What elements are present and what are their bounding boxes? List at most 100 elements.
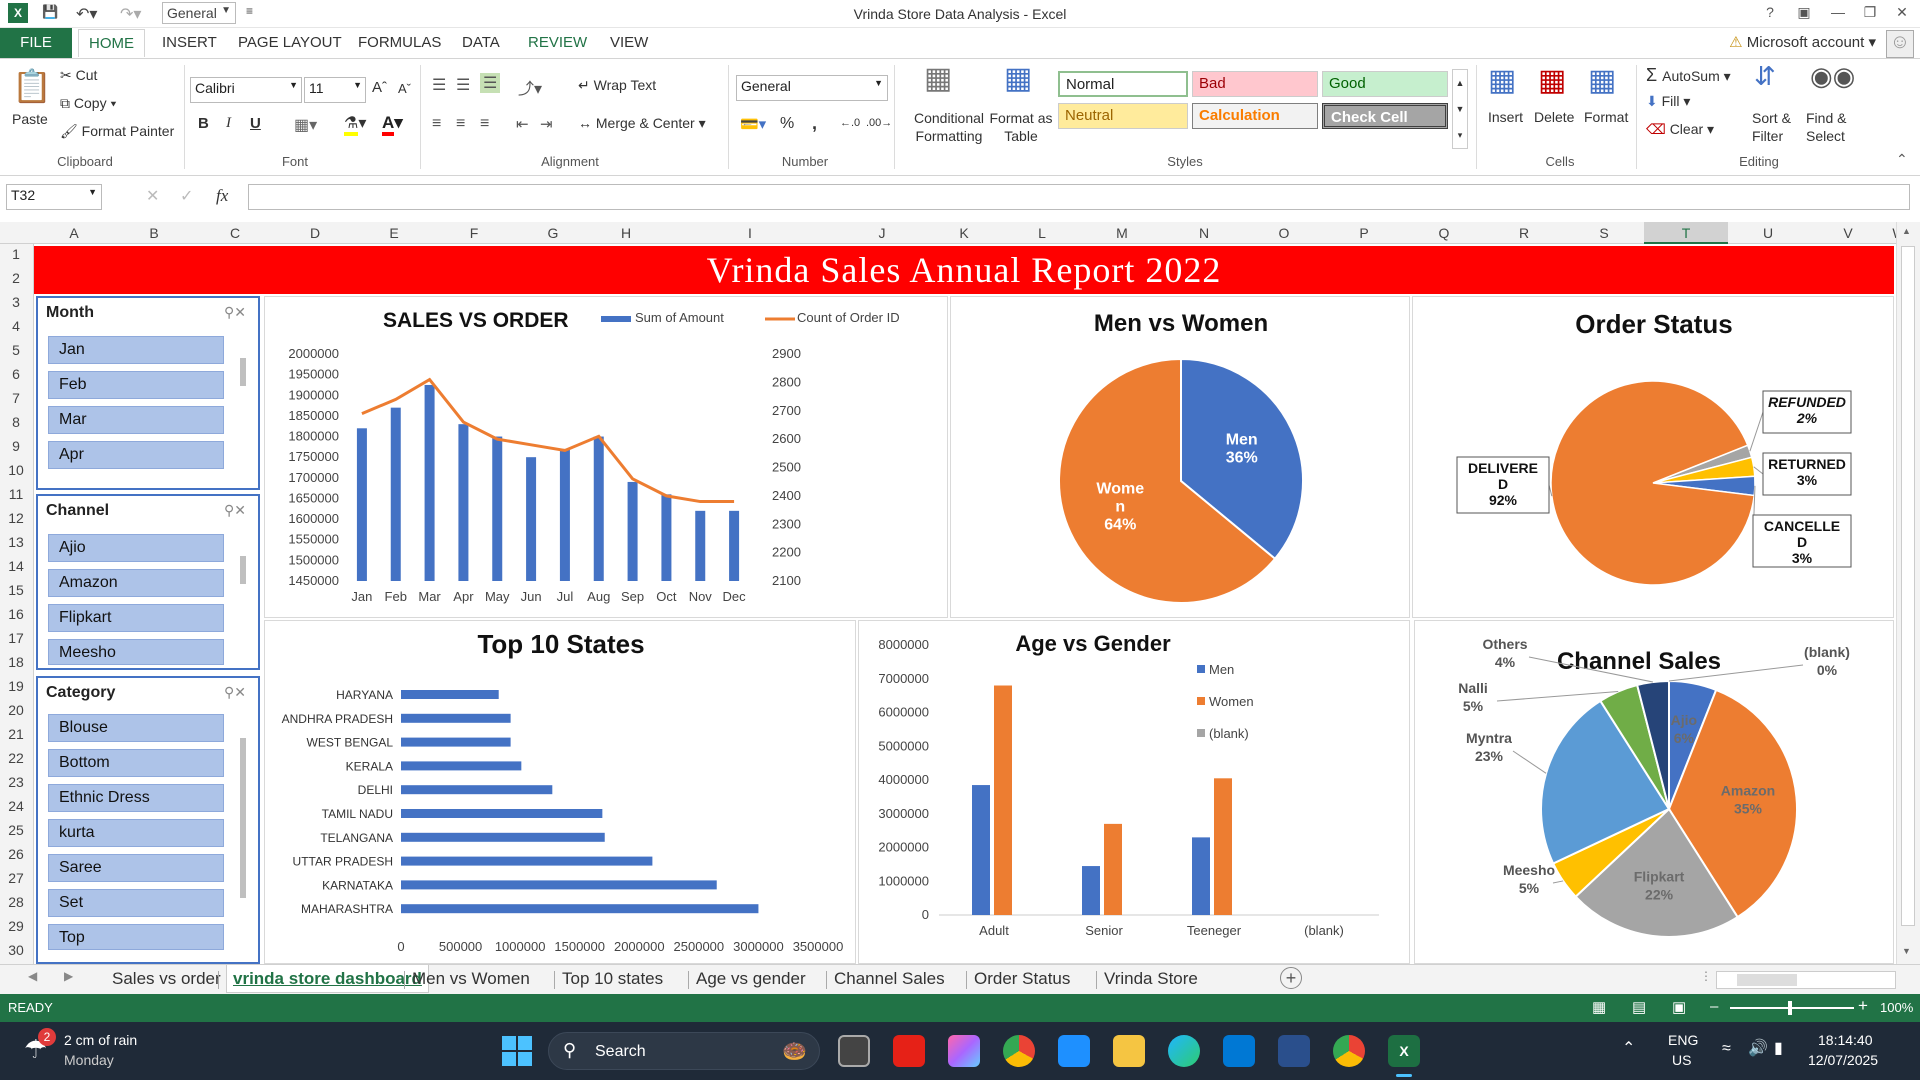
scroll-down-icon[interactable]: ▼	[1902, 946, 1911, 956]
wrap-text-button[interactable]: ↵ Wrap Text	[578, 77, 656, 94]
sheet-tab-order-status[interactable]: Order Status	[974, 969, 1070, 989]
slicer-scrollbar[interactable]	[240, 556, 246, 584]
orientation-icon[interactable]: ⤴▾	[518, 75, 542, 99]
copy-button[interactable]: ⧉ Copy ▾	[60, 95, 116, 112]
file-explorer-icon[interactable]	[1113, 1035, 1145, 1067]
language-1[interactable]: ENG	[1668, 1032, 1698, 1048]
row-header-28[interactable]: 28	[0, 894, 32, 910]
zoom-slider[interactable]	[1730, 1001, 1854, 1015]
column-header-d[interactable]: D	[276, 225, 354, 241]
close-button[interactable]: ✕	[1890, 4, 1914, 21]
align-right-icon[interactable]: ≡	[480, 115, 489, 133]
column-header-r[interactable]: R	[1484, 225, 1564, 241]
row-header-6[interactable]: 6	[0, 366, 32, 382]
underline-button[interactable]: U	[250, 115, 261, 132]
task-view-icon[interactable]	[838, 1035, 870, 1067]
column-header-a[interactable]: A	[34, 225, 114, 241]
excel-taskbar-icon[interactable]: X	[1388, 1035, 1420, 1067]
slicer-item-meesho[interactable]: Meesho	[48, 639, 224, 665]
font-size-select[interactable]: 11 ▼	[304, 77, 366, 103]
chrome-profile-icon[interactable]	[1333, 1035, 1365, 1067]
volume-icon[interactable]: 🔊	[1748, 1038, 1768, 1058]
shrink-font-button[interactable]: Aˇ	[398, 81, 411, 96]
cut-button[interactable]: ✂ Cut	[60, 67, 97, 84]
insert-button[interactable]: Insert	[1488, 109, 1523, 125]
column-header-e[interactable]: E	[354, 225, 434, 241]
clear-filter-icon[interactable]: ⚲✕	[224, 502, 246, 519]
minimize-button[interactable]: —	[1826, 4, 1850, 20]
column-header-m[interactable]: M	[1080, 225, 1164, 241]
copilot-icon[interactable]	[948, 1035, 980, 1067]
row-header-5[interactable]: 5	[0, 342, 32, 358]
ribbon-display-icon[interactable]: ▣	[1792, 4, 1816, 21]
sheet-tab-channel-sales[interactable]: Channel Sales	[834, 969, 945, 989]
column-header-s[interactable]: S	[1564, 225, 1644, 241]
font-name-select[interactable]: Calibri ▼	[190, 77, 302, 103]
row-header-15[interactable]: 15	[0, 582, 32, 598]
prev-sheet-icon[interactable]: ◀	[28, 969, 37, 983]
tab-formulas[interactable]: FORMULAS	[358, 34, 441, 51]
fill-button[interactable]: ⬇ Fill ▾	[1646, 93, 1690, 110]
row-header-14[interactable]: 14	[0, 558, 32, 574]
options-icon[interactable]: ⋮	[1700, 969, 1712, 983]
style-calculation[interactable]: Calculation	[1192, 103, 1318, 129]
customize-toolbar-icon[interactable]: ≡	[246, 4, 253, 18]
row-header-16[interactable]: 16	[0, 606, 32, 622]
next-sheet-icon[interactable]: ▶	[64, 969, 73, 983]
battery-icon[interactable]: ▮	[1774, 1038, 1783, 1058]
column-header-u[interactable]: U	[1728, 225, 1808, 241]
sheet-tab-vrinda-store-dashboard[interactable]: vrinda store dashboard	[226, 965, 429, 993]
format-button[interactable]: Format	[1584, 109, 1628, 125]
row-header-12[interactable]: 12	[0, 510, 32, 526]
tab-page-layout[interactable]: PAGE LAYOUT	[238, 34, 342, 51]
clock-date[interactable]: 12/07/2025	[1808, 1052, 1878, 1068]
increase-decimal-icon[interactable]: ←.0	[840, 117, 860, 129]
zoom-out-button[interactable]: –	[1710, 998, 1718, 1015]
row-header-10[interactable]: 10	[0, 462, 32, 478]
search-box[interactable]: ⚲ Search 🍩	[548, 1032, 820, 1070]
column-header-b[interactable]: B	[114, 225, 194, 241]
page-break-view-icon[interactable]: ▣	[1672, 998, 1686, 1016]
styles-gallery-scroll[interactable]: ▲ ▼ ▾	[1452, 69, 1468, 149]
name-box[interactable]: T32 ▼	[6, 184, 102, 210]
cancel-icon[interactable]: ✕	[146, 186, 159, 206]
column-header-p[interactable]: P	[1324, 225, 1404, 241]
hscroll-thumb[interactable]	[1737, 974, 1797, 986]
slicer-item-bottom[interactable]: Bottom	[48, 749, 224, 777]
vscode-icon[interactable]	[1223, 1035, 1255, 1067]
chart-men-vs-women[interactable]: Men vs Women Men 36% Wome n 64%	[950, 296, 1410, 618]
windows-start-icon[interactable]	[502, 1036, 532, 1066]
column-header-k[interactable]: K	[924, 225, 1004, 241]
wifi-icon[interactable]: ≈	[1722, 1040, 1731, 1058]
percent-button[interactable]: %	[780, 115, 794, 133]
row-header-17[interactable]: 17	[0, 630, 32, 646]
borders-icon[interactable]: ▦▾	[294, 115, 317, 135]
enter-icon[interactable]: ✓	[180, 186, 193, 206]
chart-sales-vs-order[interactable]: SALES VS ORDER Sum of Amount Count of Orde…	[264, 296, 948, 618]
account-menu[interactable]: ⚠ Microsoft account ▾	[1729, 33, 1876, 51]
horizontal-scrollbar[interactable]	[1716, 971, 1896, 989]
slicer-item-mar[interactable]: Mar	[48, 406, 224, 434]
column-header-f[interactable]: F	[434, 225, 514, 241]
sort-filter-button[interactable]: Sort & Filter	[1752, 109, 1800, 145]
format-painter-button[interactable]: 🖌 Format Painter	[60, 123, 174, 140]
slicer-scrollbar[interactable]	[240, 738, 246, 898]
zoom-slider-thumb[interactable]	[1788, 1001, 1792, 1015]
decrease-indent-icon[interactable]: ⇤	[516, 115, 529, 133]
column-header-o[interactable]: O	[1244, 225, 1324, 241]
quick-format-select[interactable]: General ▼	[162, 2, 236, 24]
row-header-4[interactable]: 4	[0, 318, 32, 334]
column-header-q[interactable]: Q	[1404, 225, 1484, 241]
row-header-24[interactable]: 24	[0, 798, 32, 814]
chrome-icon[interactable]	[1003, 1035, 1035, 1067]
insert-function-button[interactable]: fx	[216, 186, 228, 206]
restore-button[interactable]: ❐	[1858, 4, 1882, 21]
vertical-scrollbar[interactable]: ▲ ▼	[1896, 222, 1920, 964]
edge-icon[interactable]	[1168, 1035, 1200, 1067]
formula-input[interactable]	[248, 184, 1910, 210]
paste-icon[interactable]: 📋	[12, 67, 52, 105]
format-as-table-button[interactable]: Format as Table	[986, 109, 1056, 145]
avatar[interactable]: ☺	[1886, 30, 1914, 58]
youtube-icon[interactable]	[893, 1035, 925, 1067]
slicer-item-top[interactable]: Top	[48, 924, 224, 950]
